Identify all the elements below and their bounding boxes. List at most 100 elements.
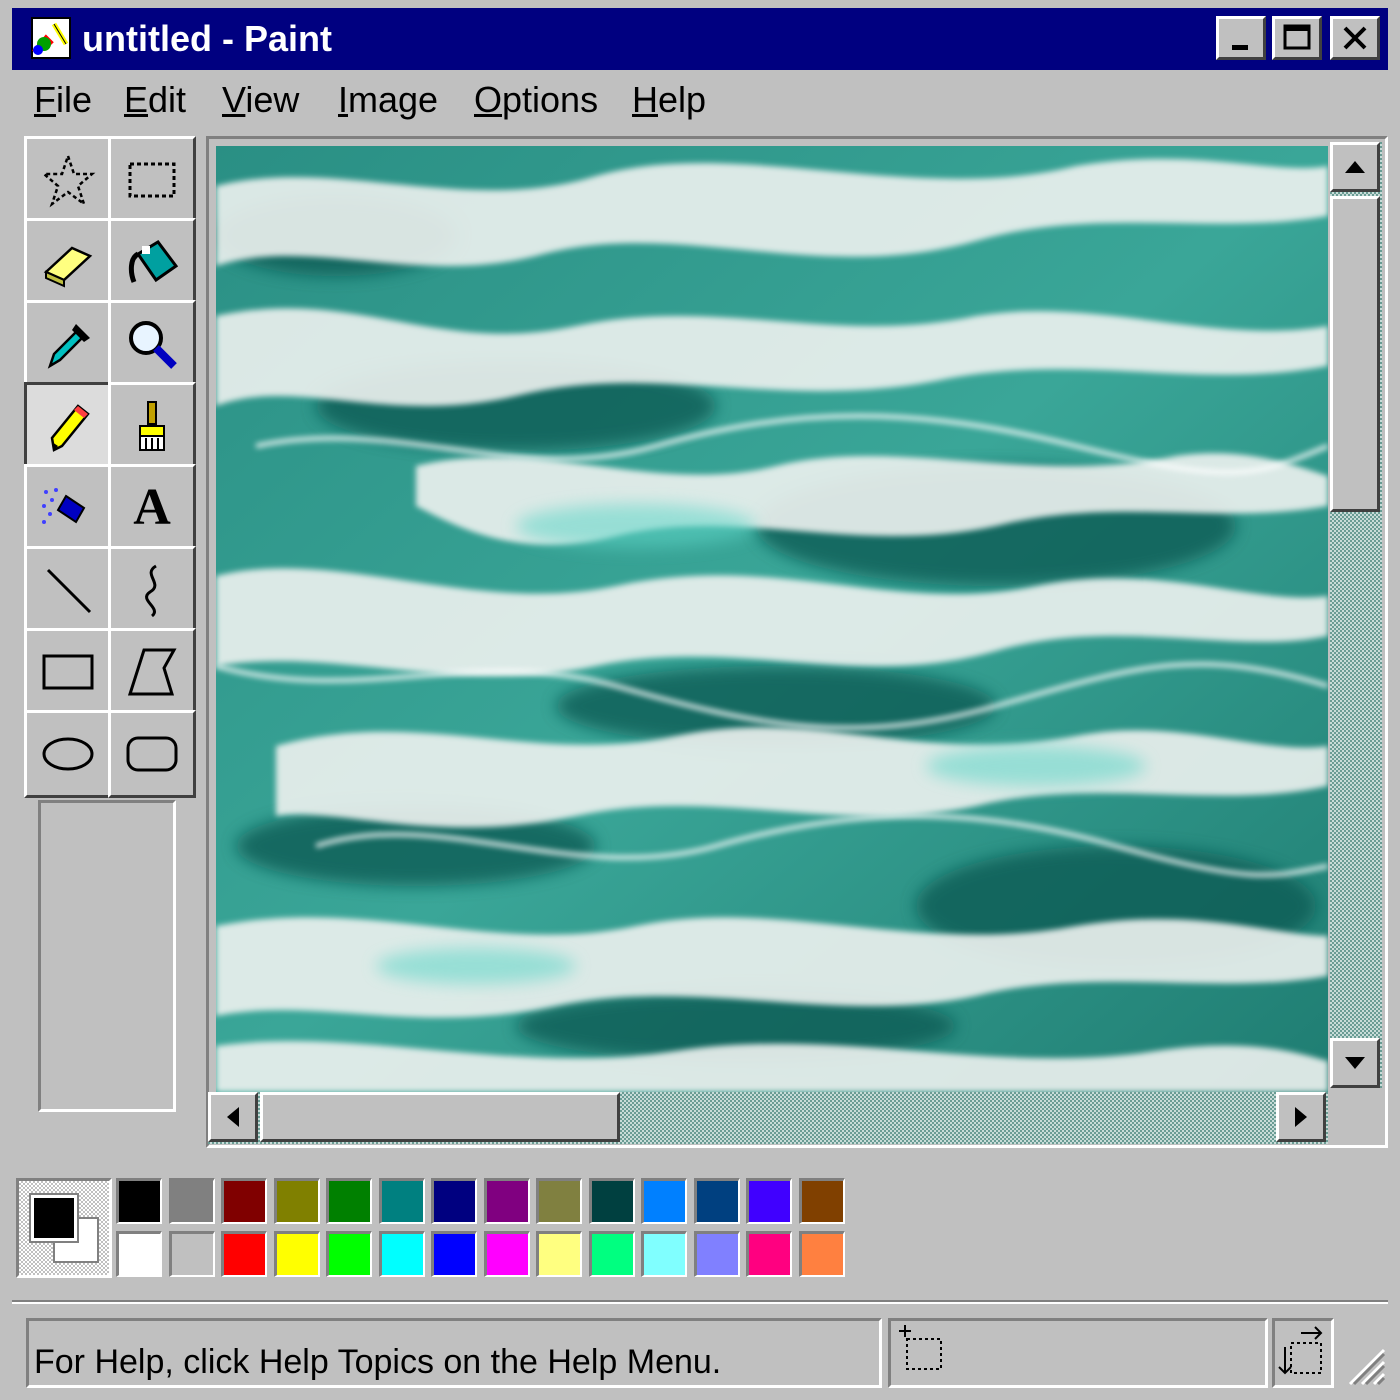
palette-color-swatch[interactable] (274, 1178, 320, 1224)
tool-rounded-rectangle[interactable] (108, 710, 196, 798)
tool-pick-color[interactable] (24, 300, 112, 388)
scroll-down-button[interactable] (1330, 1038, 1380, 1088)
brush-icon (139, 401, 165, 451)
horizontal-scroll-thumb[interactable] (260, 1092, 620, 1142)
status-size-box (1272, 1318, 1334, 1388)
window-title: untitled - Paint (82, 18, 332, 59)
tool-curve[interactable] (108, 546, 196, 634)
resize-grip-icon (1348, 1348, 1386, 1386)
tool-line[interactable] (24, 546, 112, 634)
menu-options[interactable]: Options (474, 80, 598, 120)
resize-grip[interactable] (1340, 1340, 1386, 1386)
tool-options-box[interactable] (38, 800, 176, 1112)
ellipse-icon (42, 737, 94, 771)
arrow-right-icon (1295, 1107, 1307, 1127)
selection-size-icon (1278, 1326, 1323, 1375)
airbrush-icon (42, 488, 86, 524)
tool-fill-with-color[interactable] (108, 218, 196, 306)
menu-file[interactable]: File (34, 80, 92, 120)
menu-edit[interactable]: Edit (124, 80, 186, 120)
close-icon (1343, 26, 1367, 50)
palette-color-swatch[interactable] (379, 1178, 425, 1224)
eraser-icon (43, 246, 93, 288)
menu-help[interactable]: Help (632, 80, 706, 120)
vertical-scrollbar[interactable] (1330, 142, 1382, 1088)
minimize-icon (1232, 45, 1248, 50)
palette-color-swatch[interactable] (274, 1231, 320, 1277)
status-help-text: For Help, click Help Topics on the Help … (34, 1343, 722, 1381)
maximize-icon (1283, 24, 1311, 50)
status-separator (12, 1300, 1388, 1304)
tool-free-form-select[interactable] (24, 136, 112, 224)
current-colors[interactable] (16, 1178, 112, 1278)
palette-color-swatch[interactable] (641, 1231, 687, 1277)
palette-color-swatch[interactable] (221, 1231, 267, 1277)
palette-color-swatch[interactable] (694, 1231, 740, 1277)
rectangle-icon (42, 654, 94, 690)
tool-select[interactable] (108, 136, 196, 224)
arrow-down-icon (1345, 1057, 1365, 1069)
scroll-right-button[interactable] (1276, 1092, 1326, 1142)
palette-color-swatch[interactable] (116, 1178, 162, 1224)
tool-rectangle[interactable] (24, 628, 112, 716)
palette-color-swatch[interactable] (536, 1231, 582, 1277)
palette-color-swatch[interactable] (694, 1178, 740, 1224)
minimize-button[interactable] (1216, 16, 1266, 60)
maximize-button[interactable] (1272, 16, 1322, 60)
scroll-left-button[interactable] (208, 1092, 258, 1142)
arrow-up-icon (1345, 161, 1365, 173)
palette-color-swatch[interactable] (169, 1178, 215, 1224)
palette-color-swatch[interactable] (484, 1178, 530, 1224)
tool-eraser[interactable] (24, 218, 112, 306)
drawing-canvas[interactable] (216, 146, 1328, 1092)
rounded-rectangle-icon (126, 736, 178, 772)
arrow-left-icon (227, 1107, 239, 1127)
menu-view[interactable]: View (222, 80, 299, 120)
palette-color-swatch[interactable] (799, 1231, 845, 1277)
paint-bucket-icon (128, 240, 179, 283)
palette-color-swatch[interactable] (536, 1178, 582, 1224)
rect-select-icon (128, 162, 176, 198)
tool-airbrush[interactable] (24, 464, 112, 552)
paint-app-icon[interactable] (26, 14, 76, 64)
palette-color-swatch[interactable] (799, 1178, 845, 1224)
palette-color-swatch[interactable] (746, 1231, 792, 1277)
tool-magnifier[interactable] (108, 300, 196, 388)
toolbox: A (24, 136, 196, 798)
text-icon: A (133, 479, 171, 536)
tool-ellipse[interactable] (24, 710, 112, 798)
magnifier-icon (129, 321, 177, 369)
palette-color-swatch[interactable] (431, 1231, 477, 1277)
palette-color-swatch[interactable] (326, 1178, 372, 1224)
palette-color-swatch[interactable] (589, 1178, 635, 1224)
color-palette (116, 1176, 856, 1282)
palette-color-swatch[interactable] (641, 1178, 687, 1224)
curve-icon (145, 564, 157, 618)
palette-color-swatch[interactable] (589, 1231, 635, 1277)
tool-polygon[interactable] (108, 628, 196, 716)
pencil-icon (50, 404, 90, 452)
palette-color-swatch[interactable] (484, 1231, 530, 1277)
title-bar[interactable]: untitled - Paint (12, 8, 1388, 70)
palette-color-swatch[interactable] (116, 1231, 162, 1277)
palette-color-swatch[interactable] (169, 1231, 215, 1277)
menu-image[interactable]: Image (338, 80, 438, 120)
close-button[interactable] (1330, 16, 1380, 60)
palette-color-swatch[interactable] (221, 1178, 267, 1224)
palette-color-swatch[interactable] (326, 1231, 372, 1277)
tool-text[interactable]: A (108, 464, 196, 552)
water-ripple-image (216, 146, 1328, 1092)
foreground-color-swatch[interactable] (29, 1193, 79, 1243)
eyedropper-icon (47, 324, 90, 369)
palette-color-swatch[interactable] (431, 1178, 477, 1224)
line-icon (46, 568, 92, 614)
horizontal-scrollbar[interactable] (208, 1092, 1328, 1144)
vertical-scroll-thumb[interactable] (1330, 196, 1380, 512)
palette-color-swatch[interactable] (746, 1178, 792, 1224)
tool-pencil[interactable] (24, 382, 112, 470)
status-position-box (888, 1318, 1268, 1388)
scroll-up-button[interactable] (1330, 142, 1380, 192)
palette-color-swatch[interactable] (379, 1231, 425, 1277)
star-select-icon (40, 152, 96, 208)
tool-brush[interactable] (108, 382, 196, 470)
